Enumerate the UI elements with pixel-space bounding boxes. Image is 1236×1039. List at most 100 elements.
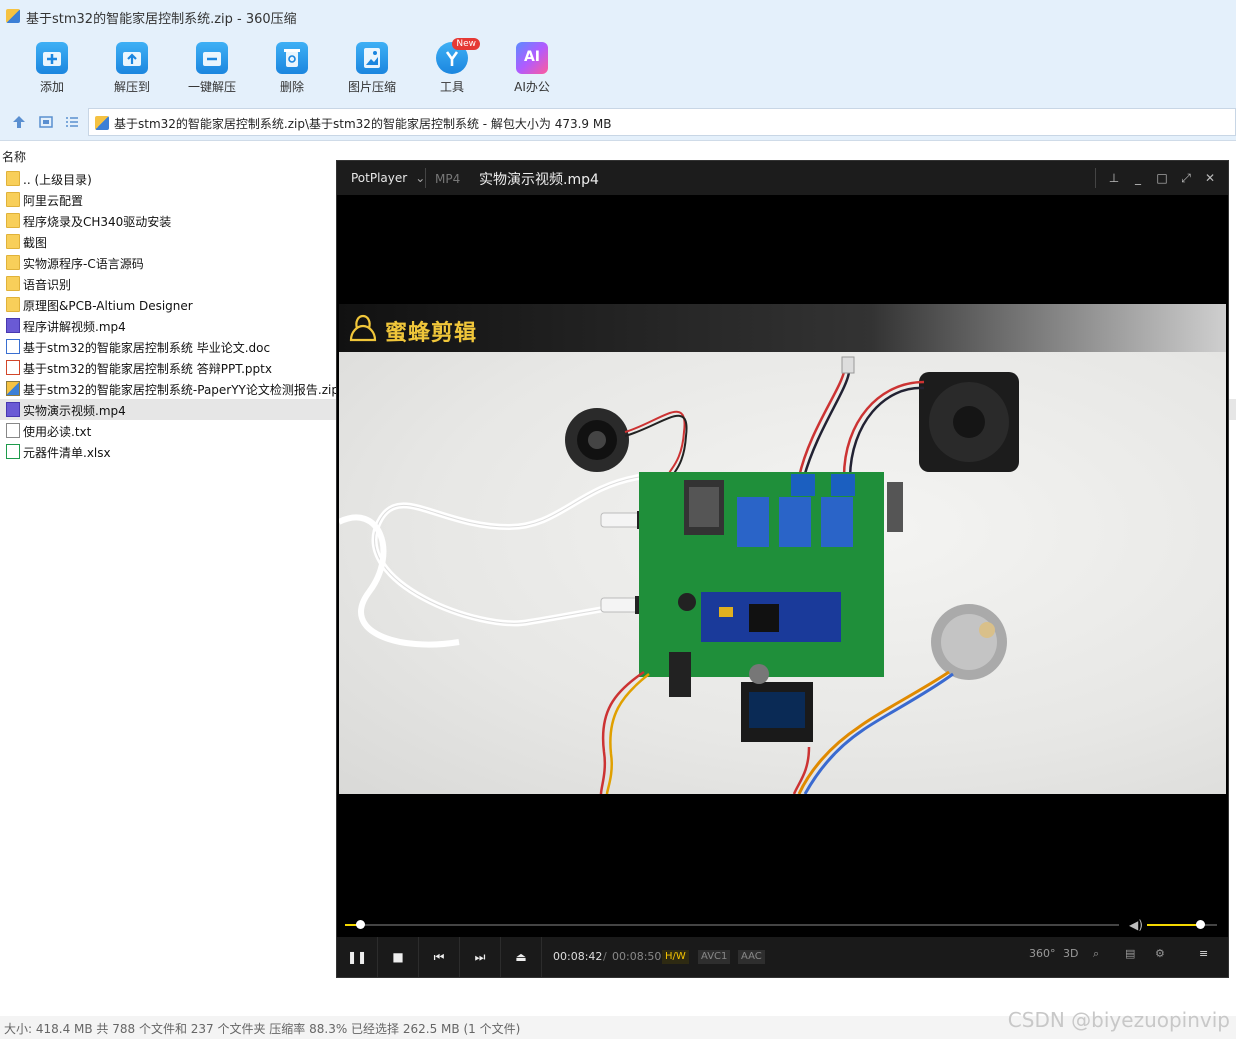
- seek-handle[interactable]: [356, 920, 365, 929]
- file-row[interactable]: 阿里云配置: [0, 189, 336, 210]
- file-name: 程序讲解视频.mp4: [23, 320, 126, 334]
- fullscreen-icon[interactable]: ⤢: [1178, 170, 1194, 186]
- file-row[interactable]: 程序烧录及CH340驱动安装: [0, 210, 336, 231]
- video-frame[interactable]: 蜜蜂剪辑: [339, 304, 1226, 794]
- stop-button[interactable]: ■: [378, 937, 419, 977]
- video-codec-badge[interactable]: AVC1: [698, 950, 731, 964]
- close-icon[interactable]: ✕: [1202, 170, 1218, 186]
- folder-icon: [6, 234, 20, 249]
- eject-button[interactable]: ⏏: [501, 937, 542, 977]
- volume-icon[interactable]: ◀): [1129, 918, 1143, 932]
- eject-icon: ⏏: [515, 950, 527, 964]
- extract-to-icon: [116, 42, 148, 74]
- minimize-icon[interactable]: _: [1130, 170, 1146, 186]
- file-name: .. (上级目录): [23, 173, 92, 187]
- file-name: 基于stm32的智能家居控制系统 答辩PPT.pptx: [23, 362, 272, 376]
- file-row[interactable]: .. (上级目录): [0, 168, 336, 189]
- word-file-icon: [6, 339, 20, 354]
- file-row[interactable]: 语音识别: [0, 273, 336, 294]
- file-row[interactable]: 基于stm32的智能家居控制系统-PaperYY论文检测报告.zip: [0, 378, 339, 399]
- file-name: 基于stm32的智能家居控制系统 毕业论文.doc: [23, 341, 271, 355]
- bee-logo-icon: [349, 314, 377, 342]
- divider: [1095, 168, 1096, 188]
- thumbnail-view-icon[interactable]: [38, 114, 54, 130]
- address-path: 基于stm32的智能家居控制系统.zip\基于stm32的智能家居控制系统 - …: [114, 117, 612, 131]
- new-badge: New: [452, 38, 480, 50]
- file-row[interactable]: 使用必读.txt: [0, 420, 336, 441]
- player-controls: ❚❚ ■ ⏮ ⏭ ⏏ 00:08:42 / 00:08:50 H/W AVC1 …: [337, 937, 1228, 977]
- circuit-board-scene: [339, 356, 1019, 794]
- settings-gear-icon[interactable]: ⚙: [1155, 947, 1165, 960]
- player-window-controls: ⊥ _ □ ⤢ ✕: [1098, 170, 1218, 186]
- file-name: 阿里云配置: [23, 194, 84, 208]
- file-row[interactable]: 基于stm32的智能家居控制系统 答辩PPT.pptx: [0, 357, 336, 378]
- add-button[interactable]: 添加: [12, 38, 92, 100]
- file-name: 实物演示视频.mp4: [23, 404, 126, 418]
- delete-button[interactable]: 删除: [252, 38, 332, 100]
- format-label: MP4: [435, 172, 461, 186]
- file-row[interactable]: 元器件清单.xlsx: [0, 441, 336, 462]
- volume-handle[interactable]: [1196, 920, 1205, 929]
- file-row[interactable]: 原理图&PCB-Altium Designer: [0, 294, 336, 315]
- pause-button[interactable]: ❚❚: [337, 937, 378, 977]
- video-content: [339, 352, 1226, 794]
- one-click-extract-icon: [196, 42, 228, 74]
- file-row[interactable]: 程序讲解视频.mp4: [0, 315, 336, 336]
- image-compress-button[interactable]: 图片压缩: [332, 38, 412, 100]
- chevron-down-icon: ⌄: [415, 171, 426, 185]
- next-button[interactable]: ⏭: [460, 937, 501, 977]
- zip-file-icon: [6, 381, 20, 396]
- maximize-icon[interactable]: □: [1154, 170, 1170, 186]
- one-click-extract-button[interactable]: 一键解压: [172, 38, 252, 100]
- column-header-name[interactable]: 名称: [0, 145, 336, 165]
- address-bar: 基于stm32的智能家居控制系统.zip\基于stm32的智能家居控制系统 - …: [0, 104, 1236, 141]
- audio-codec-badge[interactable]: AAC: [738, 950, 765, 964]
- current-time: 00:08:42: [553, 950, 603, 963]
- folder-icon: [6, 276, 20, 291]
- app-icon: [6, 9, 20, 23]
- address-field[interactable]: 基于stm32的智能家居控制系统.zip\基于stm32的智能家居控制系统 - …: [88, 108, 1236, 136]
- menu-icon[interactable]: ≡: [1199, 947, 1208, 960]
- pin-icon[interactable]: ⊥: [1106, 170, 1122, 186]
- stop-icon: ■: [392, 950, 404, 964]
- status-text: 大小: 418.4 MB 共 788 个文件和 237 个文件夹 压缩率 88.…: [4, 1022, 521, 1036]
- hw-decode-badge[interactable]: H/W: [662, 950, 689, 964]
- playlist-icon[interactable]: ▤: [1125, 947, 1135, 960]
- vr-360-button[interactable]: 360°: [1029, 947, 1056, 960]
- text-file-icon: [6, 423, 20, 438]
- player-title-bar: PotPlayer ⌄ MP4 实物演示视频.mp4 ⊥ _ □ ⤢ ✕: [337, 161, 1228, 195]
- player-filename: 实物演示视频.mp4: [479, 172, 599, 188]
- ai-office-button[interactable]: AI AI办公: [492, 38, 572, 100]
- extract-to-label: 解压到: [113, 80, 150, 94]
- tools-label: 工具: [439, 80, 464, 94]
- file-name: 程序烧录及CH340驱动安装: [23, 215, 172, 229]
- extract-to-button[interactable]: 解压到: [92, 38, 172, 100]
- video-file-icon: [6, 402, 20, 417]
- video-file-icon: [6, 318, 20, 333]
- previous-button[interactable]: ⏮: [419, 937, 460, 977]
- file-name: 基于stm32的智能家居控制系统-PaperYY论文检测报告.zip: [23, 383, 339, 397]
- file-row[interactable]: 实物源程序-C语言源码: [0, 252, 336, 273]
- seek-bar[interactable]: ◀): [337, 913, 1228, 935]
- one-click-extract-label: 一键解压: [187, 80, 236, 94]
- file-name: 原理图&PCB-Altium Designer: [23, 299, 193, 313]
- zoom-search-icon[interactable]: ⌕: [1093, 947, 1099, 961]
- folder-icon: [6, 297, 20, 312]
- folder-icon: [6, 192, 20, 207]
- list-view-icon[interactable]: [64, 114, 80, 130]
- up-level-icon[interactable]: [11, 114, 27, 130]
- ai-icon-text: AI: [523, 49, 541, 65]
- time-separator: /: [603, 950, 607, 963]
- banner-text: 蜜蜂剪辑: [385, 321, 478, 346]
- potplayer-menu[interactable]: PotPlayer ⌄: [351, 171, 425, 185]
- file-name: 元器件清单.xlsx: [23, 446, 111, 460]
- ai-office-label: AI办公: [514, 80, 550, 94]
- volume-level: [1147, 924, 1200, 926]
- tools-button[interactable]: New 工具: [412, 38, 492, 100]
- 3d-button[interactable]: 3D: [1063, 947, 1078, 960]
- file-row[interactable]: 截图: [0, 231, 336, 252]
- file-list: .. (上级目录) 阿里云配置 程序烧录及CH340驱动安装 截图 实物源程序-…: [0, 168, 1236, 462]
- file-row[interactable]: 基于stm32的智能家居控制系统 毕业论文.doc: [0, 336, 336, 357]
- zip-icon: [95, 116, 109, 130]
- seek-track: [345, 924, 1119, 926]
